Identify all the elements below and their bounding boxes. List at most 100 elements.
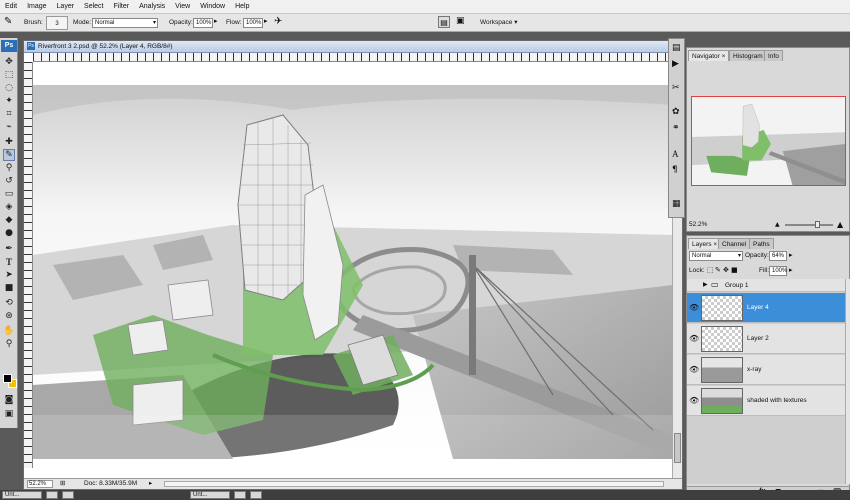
menu-item-select[interactable]: Select [79, 0, 108, 14]
brush-tool-icon[interactable]: ✎ [4, 16, 12, 27]
vertical-scroll-thumb[interactable] [674, 433, 681, 463]
zoom-tool-icon[interactable]: ⚲ [3, 338, 15, 350]
mode-select[interactable]: Normal [92, 18, 158, 28]
tool-presets-panel-icon[interactable]: ✂ [672, 83, 680, 93]
navigator-zoom-value[interactable]: 52.2% [689, 220, 719, 229]
menu-item-view[interactable]: View [170, 0, 195, 14]
menu-item-filter[interactable]: Filter [109, 0, 135, 14]
opacity-field[interactable]: 100% [193, 18, 213, 28]
history-brush-tool-icon[interactable]: ↺ [3, 175, 15, 187]
healing-brush-tool-icon[interactable]: ✚ [3, 136, 15, 148]
brush-preset-picker[interactable]: 3 [46, 16, 68, 30]
brush-tool-icon[interactable]: ✎ [3, 149, 15, 161]
marquee-tool-icon[interactable]: ⬚ [3, 69, 15, 81]
zoom-out-icon[interactable]: ▲ [775, 221, 780, 228]
visibility-eye-icon[interactable]: 👁 [689, 396, 699, 406]
ruler-horizontal[interactable] [33, 53, 673, 62]
character-panel-icon[interactable]: A [672, 149, 679, 159]
quick-mask-icon[interactable]: ◙ [3, 394, 15, 406]
lock-position-icon[interactable]: ✥ [723, 266, 729, 274]
flow-dropdown-icon[interactable]: ▸ [264, 17, 268, 25]
menu-item-analysis[interactable]: Analysis [134, 0, 170, 14]
foreground-color-swatch[interactable] [3, 374, 12, 383]
brushes-panel-icon[interactable]: ✿ [672, 107, 680, 117]
layers-scrollbar[interactable] [845, 279, 850, 484]
menu-item-edit[interactable]: Edit [0, 0, 22, 14]
hand-tool-icon[interactable]: ✋ [3, 325, 15, 337]
tab-info[interactable]: Info [764, 50, 783, 61]
menu-item-window[interactable]: Window [195, 0, 230, 14]
canvas-image[interactable] [33, 85, 673, 459]
visibility-eye-icon[interactable]: 👁 [689, 365, 699, 375]
taskbar-button[interactable] [234, 491, 246, 499]
workspace-button[interactable]: Workspace ▾ [480, 18, 517, 28]
airbrush-icon[interactable]: ✈ [274, 16, 282, 27]
layer-row-group-1[interactable]: ▶ ▭ Group 1 [687, 279, 845, 292]
layer-opacity-dropdown-icon[interactable]: ▸ [789, 251, 793, 259]
crop-tool-icon[interactable]: ⌗ [3, 108, 15, 120]
clone-stamp-tool-icon[interactable]: ⚲ [3, 162, 15, 174]
layer-row-x-ray[interactable]: 👁 x-ray [687, 355, 845, 385]
fill-dropdown-icon[interactable]: ▸ [789, 266, 793, 274]
bridge-icon[interactable]: ▣ [456, 16, 470, 28]
paint-bucket-tool-icon[interactable]: ◈ [3, 201, 15, 213]
eyedropper-tool-icon[interactable]: ⌁ [3, 121, 15, 133]
document-icon[interactable]: ▤ [438, 16, 450, 28]
taskbar-item[interactable]: Unt... [190, 491, 230, 499]
ruler-vertical[interactable] [24, 62, 33, 468]
taskbar-button[interactable] [62, 491, 74, 499]
layer-row-layer-2[interactable]: 👁 Layer 2 [687, 324, 845, 354]
magic-wand-tool-icon[interactable]: ✦ [3, 95, 15, 107]
taskbar-button[interactable] [250, 491, 262, 499]
visibility-toggle-empty[interactable] [689, 281, 699, 291]
zoom-field[interactable]: 52.2% [27, 480, 53, 488]
paragraph-panel-icon[interactable]: ¶ [672, 165, 678, 175]
taskbar-item[interactable]: Unt... [2, 491, 42, 499]
status-info-arrow-icon[interactable]: ▸ [149, 480, 152, 488]
flow-field[interactable]: 100% [243, 18, 263, 28]
type-tool-icon[interactable]: T [3, 256, 15, 268]
opacity-dropdown-icon[interactable]: ▸ [214, 17, 218, 25]
path-selection-tool-icon[interactable]: ➤ [3, 269, 15, 281]
history-panel-icon[interactable]: ▤ [672, 43, 681, 53]
lock-all-icon[interactable]: ■ [731, 266, 738, 274]
expand-arrow-icon[interactable]: ▶ [703, 281, 708, 288]
actions-panel-icon[interactable]: ▶ [672, 59, 679, 69]
pen-tool-icon[interactable]: ✒ [3, 243, 15, 255]
navigator-preview[interactable] [691, 96, 846, 186]
tab-layers[interactable]: Layers × [688, 238, 722, 249]
layer-row-shaded-with-textures[interactable]: 👁 shaded with textures [687, 386, 845, 416]
fill-field[interactable]: 100% [769, 266, 787, 276]
zoom-slider[interactable] [785, 221, 833, 228]
clone-source-panel-icon[interactable]: ⚭ [672, 123, 680, 133]
screen-mode-icon[interactable]: ▣ [3, 408, 15, 420]
zoom-slider-thumb[interactable] [815, 221, 820, 228]
layer-opacity-field[interactable]: 64% [769, 251, 787, 261]
tab-channels[interactable]: Channel [718, 238, 751, 249]
shape-tool-icon[interactable]: ■ [3, 282, 15, 294]
tab-navigator[interactable]: Navigator × [688, 50, 730, 61]
layer-row-layer-4[interactable]: 👁 Layer 4 [687, 293, 845, 323]
lasso-tool-icon[interactable]: ◌ [3, 82, 15, 94]
taskbar-button[interactable] [46, 491, 58, 499]
menu-item-image[interactable]: Image [22, 0, 51, 14]
tab-paths[interactable]: Paths [749, 238, 774, 249]
visibility-eye-icon[interactable]: 👁 [689, 334, 699, 344]
menu-item-help[interactable]: Help [230, 0, 254, 14]
lock-transparent-icon[interactable]: ⬚ [707, 266, 714, 274]
tab-histogram[interactable]: Histogram [729, 50, 767, 61]
3d-orbit-tool-icon[interactable]: ⊛ [3, 310, 15, 322]
eraser-tool-icon[interactable]: ▭ [3, 188, 15, 200]
lock-image-icon[interactable]: ✎ [715, 266, 721, 274]
dodge-tool-icon[interactable]: ● [3, 227, 15, 239]
visibility-eye-icon[interactable]: 👁 [689, 303, 699, 313]
notes-panel-icon[interactable]: ▦ [672, 199, 681, 209]
move-tool-icon[interactable]: ✥ [3, 56, 15, 68]
blend-mode-select[interactable]: Normal [689, 251, 743, 261]
blur-tool-icon[interactable]: ◆ [3, 214, 15, 226]
3d-rotate-tool-icon[interactable]: ⟲ [3, 297, 15, 309]
menu-item-layer[interactable]: Layer [52, 0, 80, 14]
document-title-bar[interactable]: Ps Riverfront 3 2.psd @ 52.2% (Layer 4, … [24, 41, 682, 53]
zoom-in-icon[interactable]: ▲ [837, 220, 843, 229]
horizontal-scrollbar[interactable] [164, 481, 664, 487]
